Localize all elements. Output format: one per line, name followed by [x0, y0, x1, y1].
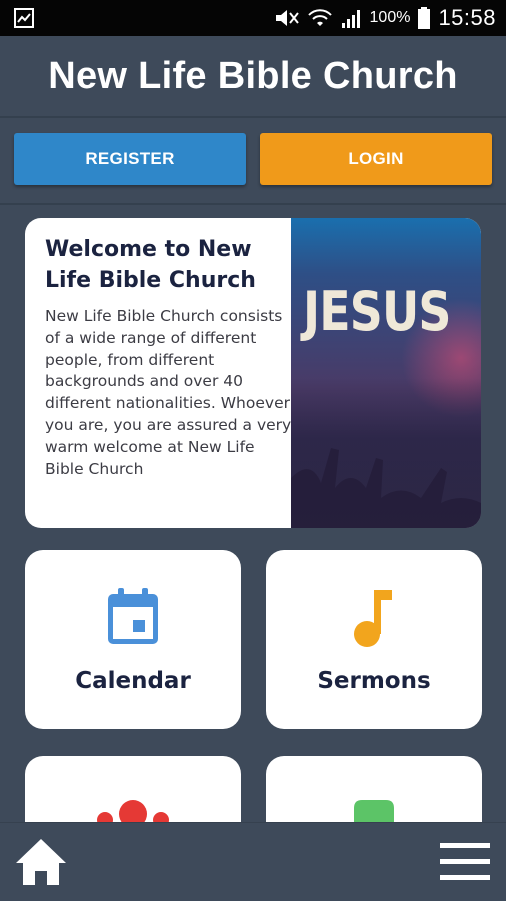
welcome-image-text: JESUS	[303, 280, 451, 343]
register-button[interactable]: REGISTER	[14, 133, 246, 185]
battery-percent: 100%	[369, 9, 411, 26]
divider	[0, 116, 506, 118]
page-title: New Life Bible Church	[48, 54, 458, 97]
battery-icon	[418, 7, 431, 29]
clock: 15:58	[438, 5, 496, 30]
home-icon[interactable]	[14, 837, 68, 887]
bottom-nav	[0, 822, 506, 901]
welcome-title: Welcome to New Life Bible Church	[45, 237, 256, 293]
calendar-label: Calendar	[75, 668, 191, 694]
raised-hands-silhouette	[291, 448, 481, 528]
wifi-icon	[307, 9, 332, 26]
gallery-notification-icon	[14, 8, 34, 28]
divider	[0, 203, 506, 205]
calendar-tile[interactable]: Calendar	[25, 550, 241, 729]
welcome-card[interactable]: Welcome to New Life Bible Church New Lif…	[25, 218, 481, 528]
music-note-icon	[354, 590, 392, 647]
sermons-label: Sermons	[317, 668, 431, 694]
welcome-text: Welcome to New Life Bible Church New Lif…	[45, 234, 293, 480]
welcome-body: New Life Bible Church consists of a wide…	[45, 307, 292, 478]
status-bar: 100% 15:58	[0, 0, 506, 36]
mute-icon	[275, 10, 299, 26]
login-button[interactable]: LOGIN	[260, 133, 492, 185]
sermons-tile[interactable]: Sermons	[266, 550, 482, 729]
app-header: New Life Bible Church	[0, 36, 506, 116]
calendar-icon	[108, 588, 158, 644]
signal-icon	[341, 10, 360, 28]
menu-icon[interactable]	[440, 843, 490, 881]
welcome-image: JESUS	[291, 218, 481, 528]
